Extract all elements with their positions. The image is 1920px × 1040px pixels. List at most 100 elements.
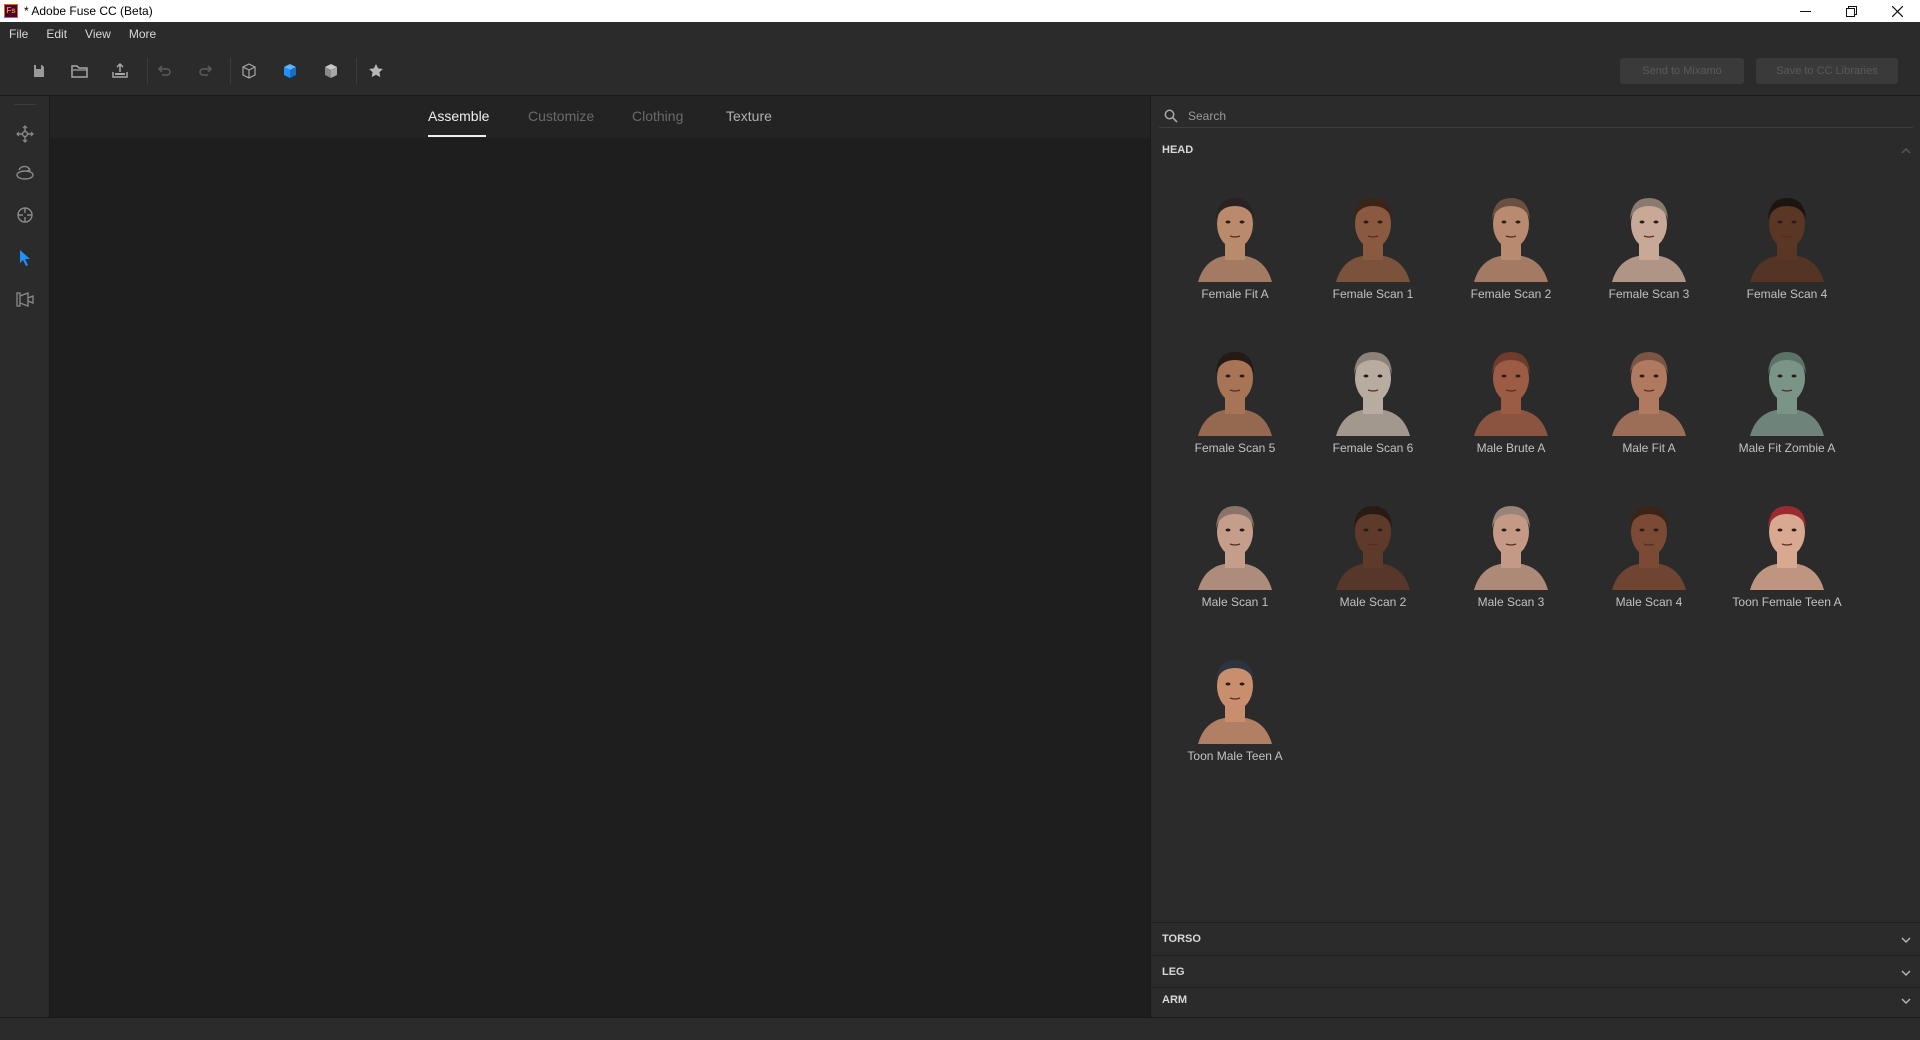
window-controls [1782, 0, 1920, 22]
app-logo-icon: Fs [4, 4, 18, 18]
view-wireframe-button[interactable] [237, 59, 261, 83]
head-preview-image [1750, 198, 1824, 282]
head-preview-image [1474, 506, 1548, 590]
move-tool-button[interactable] [13, 122, 37, 146]
head-thumbnail[interactable]: Female Fit A [1166, 174, 1304, 324]
head-thumbnail[interactable]: Female Scan 6 [1304, 328, 1442, 478]
tab-texture[interactable]: Texture [726, 108, 772, 124]
rotate-icon [16, 165, 34, 180]
head-preview-image [1198, 198, 1272, 282]
send-to-mixamo-button[interactable]: Send to Mixamo [1620, 58, 1744, 84]
view-textured-button[interactable] [319, 59, 343, 83]
head-thumbnail[interactable]: Female Scan 1 [1304, 174, 1442, 324]
minimize-button[interactable] [1782, 0, 1828, 22]
tab-clothing[interactable]: Clothing [632, 108, 683, 124]
section-head-header[interactable]: HEAD [1151, 134, 1920, 166]
head-thumbnail[interactable]: Male Fit Zombie A [1718, 328, 1856, 478]
head-preview-image [1336, 352, 1410, 436]
redo-button[interactable] [194, 59, 218, 83]
head-thumbnail-label: Female Scan 2 [1470, 287, 1552, 301]
head-preview-image [1198, 352, 1272, 436]
head-thumbnail-label: Male Brute A [1476, 441, 1546, 455]
search-icon [1164, 109, 1178, 123]
save-to-cc-libraries-button[interactable]: Save to CC Libraries [1756, 58, 1898, 84]
tab-assemble[interactable]: Assemble [428, 108, 489, 124]
head-thumbnail[interactable]: Toon Male Teen A [1166, 636, 1304, 786]
restore-icon [1845, 5, 1857, 17]
head-thumbnail-label: Female Scan 4 [1746, 287, 1828, 301]
tab-customize[interactable]: Customize [528, 108, 594, 124]
head-thumbnail[interactable]: Toon Female Teen A [1718, 482, 1856, 632]
head-thumbnail[interactable]: Male Fit A [1580, 328, 1718, 478]
move-icon [16, 125, 34, 143]
cube-textured-icon [325, 64, 337, 78]
undo-icon [157, 65, 171, 76]
section-torso-header[interactable]: TORSO [1151, 923, 1920, 955]
head-thumbnail[interactable]: Male Scan 1 [1166, 482, 1304, 632]
target-icon [17, 207, 33, 223]
title-bar: Fs * Adobe Fuse CC (Beta) [0, 0, 1920, 22]
head-thumbnail[interactable]: Female Scan 4 [1718, 174, 1856, 324]
menu-bar: File Edit View More [0, 22, 1920, 46]
mode-tabs: Assemble Customize Clothing Texture [50, 96, 1150, 138]
head-thumbnail[interactable]: Male Scan 2 [1304, 482, 1442, 632]
cube-outline-icon [242, 63, 256, 79]
head-thumbnail-label: Female Fit A [1201, 287, 1269, 301]
head-thumbnail-label: Male Scan 3 [1477, 595, 1545, 609]
head-thumbnail[interactable]: Female Scan 3 [1580, 174, 1718, 324]
menu-edit[interactable]: Edit [37, 27, 76, 41]
menu-view[interactable]: View [76, 27, 120, 41]
rotate-tool-button[interactable] [13, 162, 37, 186]
head-thumbnail[interactable]: Female Scan 2 [1442, 174, 1580, 324]
redo-icon [199, 65, 213, 76]
chevron-down-icon [1901, 998, 1911, 1004]
undo-button[interactable] [152, 59, 176, 83]
head-thumbnail[interactable]: Female Scan 5 [1166, 328, 1304, 478]
head-thumbnail-label: Female Scan 3 [1608, 287, 1690, 301]
head-thumbnail-label: Toon Female Teen A [1732, 595, 1842, 609]
head-preview-image [1612, 352, 1686, 436]
head-thumbnail[interactable]: Male Scan 3 [1442, 482, 1580, 632]
section-arm-header[interactable]: ARM [1151, 984, 1920, 1016]
rail-divider [14, 104, 36, 105]
target-tool-button[interactable] [13, 203, 37, 227]
active-tab-indicator [428, 135, 486, 137]
view-solid-button[interactable] [278, 59, 302, 83]
open-button[interactable] [68, 59, 92, 83]
menu-file[interactable]: File [0, 27, 37, 41]
restore-button[interactable] [1828, 0, 1874, 22]
select-tool-button[interactable] [13, 246, 37, 270]
search-field[interactable]: Search [1159, 104, 1913, 128]
chevron-down-icon [1901, 970, 1911, 976]
head-preview-image [1198, 506, 1272, 590]
new-button[interactable] [27, 59, 51, 83]
head-thumbnail-label: Female Scan 6 [1332, 441, 1414, 455]
head-preview-image [1750, 352, 1824, 436]
window-title: * Adobe Fuse CC (Beta) [24, 4, 153, 18]
head-preview-image [1612, 198, 1686, 282]
chevron-down-icon [1901, 937, 1911, 943]
head-preview-image [1474, 352, 1548, 436]
3d-viewport[interactable]: Assemble Customize Clothing Texture [50, 96, 1150, 1017]
cube-solid-icon [284, 64, 296, 78]
open-icon [71, 65, 88, 78]
menu-more[interactable]: More [120, 27, 165, 41]
head-thumbnail-label: Male Scan 4 [1615, 595, 1683, 609]
section-head-label: HEAD [1162, 144, 1194, 156]
head-thumbnail[interactable]: Male Brute A [1442, 328, 1580, 478]
search-input[interactable]: Search [1188, 109, 1226, 123]
close-button[interactable] [1874, 0, 1920, 22]
toolbar-separator [147, 58, 148, 84]
head-preview-image [1474, 198, 1548, 282]
favorite-button[interactable] [364, 59, 388, 83]
head-thumbnail[interactable]: Male Scan 4 [1580, 482, 1718, 632]
import-button[interactable] [108, 59, 132, 83]
head-thumbnail-label: Female Scan 5 [1194, 441, 1276, 455]
head-grid: Female Fit A Female Scan 1 Female Scan 2 Fe… [1151, 174, 1920, 794]
toolbar-separator [230, 58, 231, 84]
camera-tool-button[interactable] [13, 287, 37, 311]
new-icon [34, 65, 44, 77]
head-preview-image [1750, 506, 1824, 590]
parts-library-panel: Search HEAD Female Fit A Female Scan 1 Fem… [1150, 96, 1920, 1017]
toolbar-separator [356, 58, 357, 84]
